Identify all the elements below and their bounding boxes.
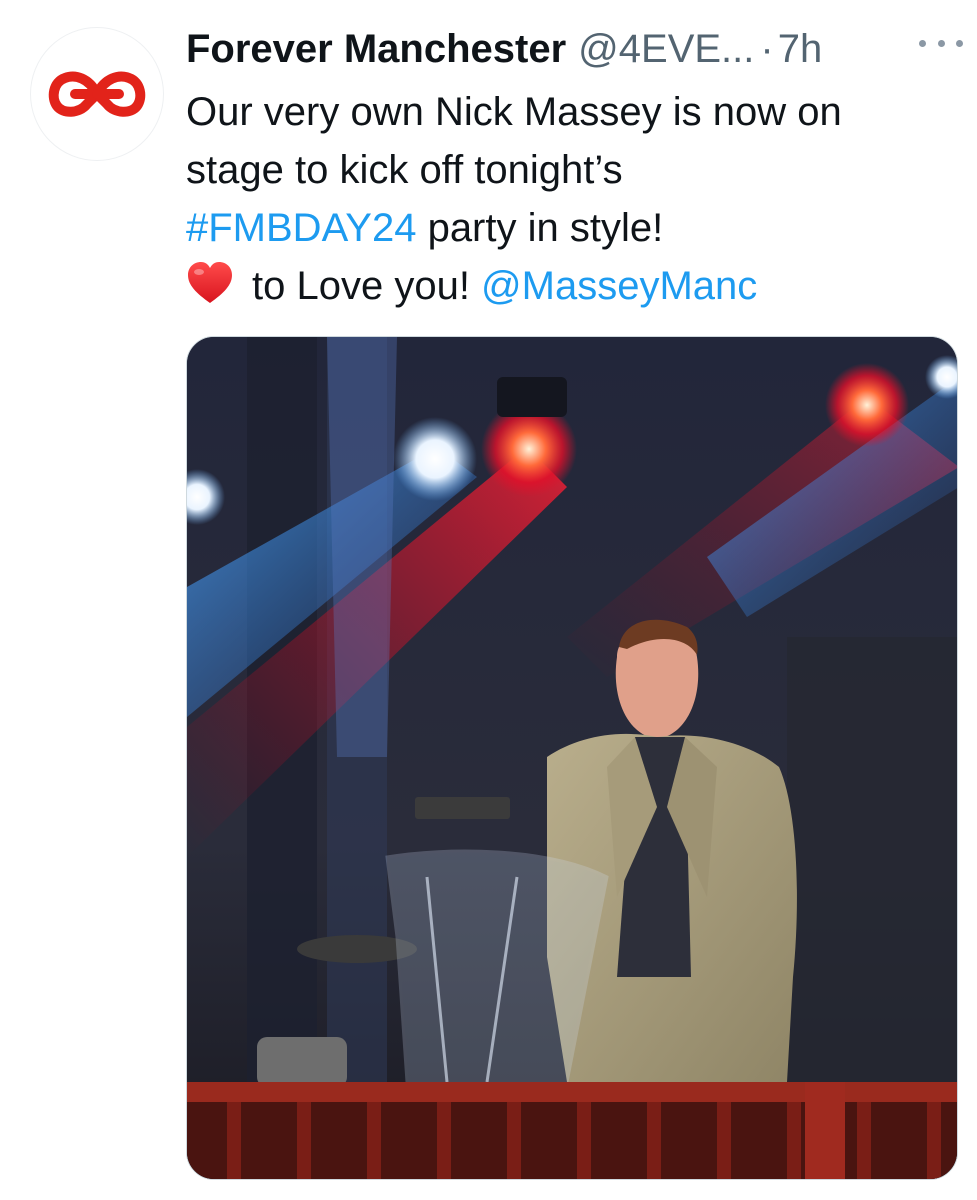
stage-photo-icon (187, 337, 957, 1179)
avatar[interactable] (30, 27, 164, 161)
tweet-text-line: stage to kick off tonight’s (186, 148, 623, 192)
user-handle[interactable]: @4EVE... (578, 27, 754, 72)
forever-manchester-logo-icon (48, 71, 146, 117)
tweet-card[interactable]: Forever Manchester @4EVE... · 7h Our ver… (0, 0, 977, 1200)
tweet-text: Our very own Nick Massey is now on stage… (186, 83, 956, 321)
hashtag-link[interactable]: #FMBDAY24 (186, 206, 416, 250)
tweet-header: Forever Manchester @4EVE... · 7h (186, 22, 957, 76)
timestamp[interactable]: 7h (778, 27, 823, 72)
more-dot (919, 39, 926, 47)
red-heart-icon (186, 261, 234, 321)
mention-link[interactable]: @MasseyManc (481, 264, 757, 308)
tweet-text-line: Our very own Nick Massey is now on (186, 90, 842, 134)
separator-dot: · (760, 26, 774, 71)
tweet-text-line: #FMBDAY24 party in style! (186, 199, 956, 257)
more-dot (937, 39, 945, 47)
tweet-photo[interactable] (186, 336, 958, 1180)
tweet-text-fragment: party in style! (416, 206, 664, 250)
tweet-text-fragment: to Love you! (252, 264, 482, 308)
display-name[interactable]: Forever Manchester (186, 27, 566, 72)
more-dot (956, 39, 963, 47)
tweet-text-line: to Love you! @MasseyManc (186, 257, 956, 321)
more-horizontal-icon[interactable] (919, 30, 963, 56)
